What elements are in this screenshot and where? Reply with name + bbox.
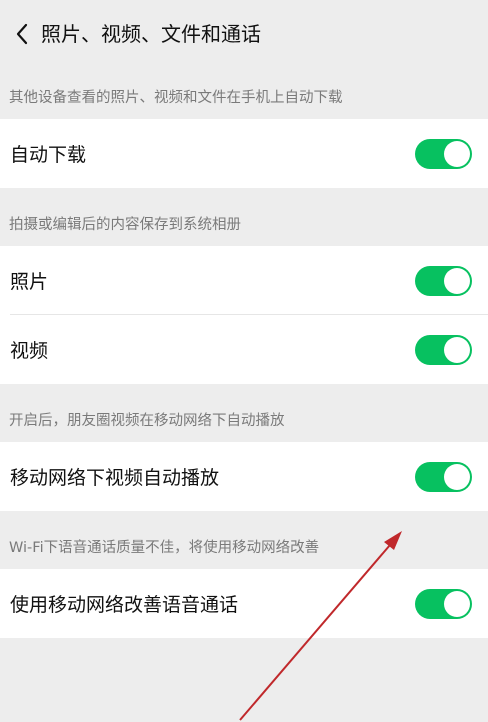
settings-group-voice-call: 使用移动网络改善语音通话 (0, 569, 488, 638)
toggle-knob (444, 140, 470, 167)
setting-row-photos[interactable]: 照片 (0, 246, 488, 315)
page-title: 照片、视频、文件和通话 (41, 22, 261, 46)
setting-label: 移动网络下视频自动播放 (10, 467, 220, 489)
section-note-moments-autoplay: 开启后，朋友圈视频在移动网络下自动播放 (9, 413, 285, 429)
setting-label: 照片 (10, 271, 49, 293)
section-note-auto-download: 其他设备查看的照片、视频和文件在手机上自动下载 (9, 90, 343, 106)
toggle-knob (444, 336, 470, 363)
settings-group-moments-autoplay: 移动网络下视频自动播放 (0, 442, 488, 511)
top-bar: 照片、视频、文件和通话 (0, 0, 488, 70)
section-note-save-album: 拍摄或编辑后的内容保存到系统相册 (9, 217, 241, 233)
toggle-knob (444, 463, 470, 490)
back-button[interactable] (8, 16, 36, 52)
save-photos-toggle[interactable] (415, 265, 472, 296)
improve-voice-call-toggle[interactable] (415, 588, 472, 619)
setting-row-improve-voice-call[interactable]: 使用移动网络改善语音通话 (0, 569, 488, 638)
section-note-voice-call: Wi-Fi下语音通话质量不佳，将使用移动网络改善 (9, 540, 320, 556)
settings-group-auto-download: 自动下载 (0, 119, 488, 188)
setting-label: 视频 (10, 340, 49, 362)
setting-label: 使用移动网络改善语音通话 (10, 594, 239, 616)
save-videos-toggle[interactable] (415, 334, 472, 365)
setting-row-mobile-autoplay[interactable]: 移动网络下视频自动播放 (0, 442, 488, 511)
toggle-knob (444, 590, 470, 617)
toggle-knob (444, 267, 470, 294)
setting-row-videos[interactable]: 视频 (0, 315, 488, 384)
settings-group-save-album: 照片 视频 (0, 246, 488, 384)
mobile-autoplay-toggle[interactable] (415, 461, 472, 492)
chevron-left-icon (16, 23, 28, 45)
auto-download-toggle[interactable] (415, 138, 472, 169)
setting-row-auto-download[interactable]: 自动下载 (0, 119, 488, 188)
setting-label: 自动下载 (10, 144, 87, 166)
